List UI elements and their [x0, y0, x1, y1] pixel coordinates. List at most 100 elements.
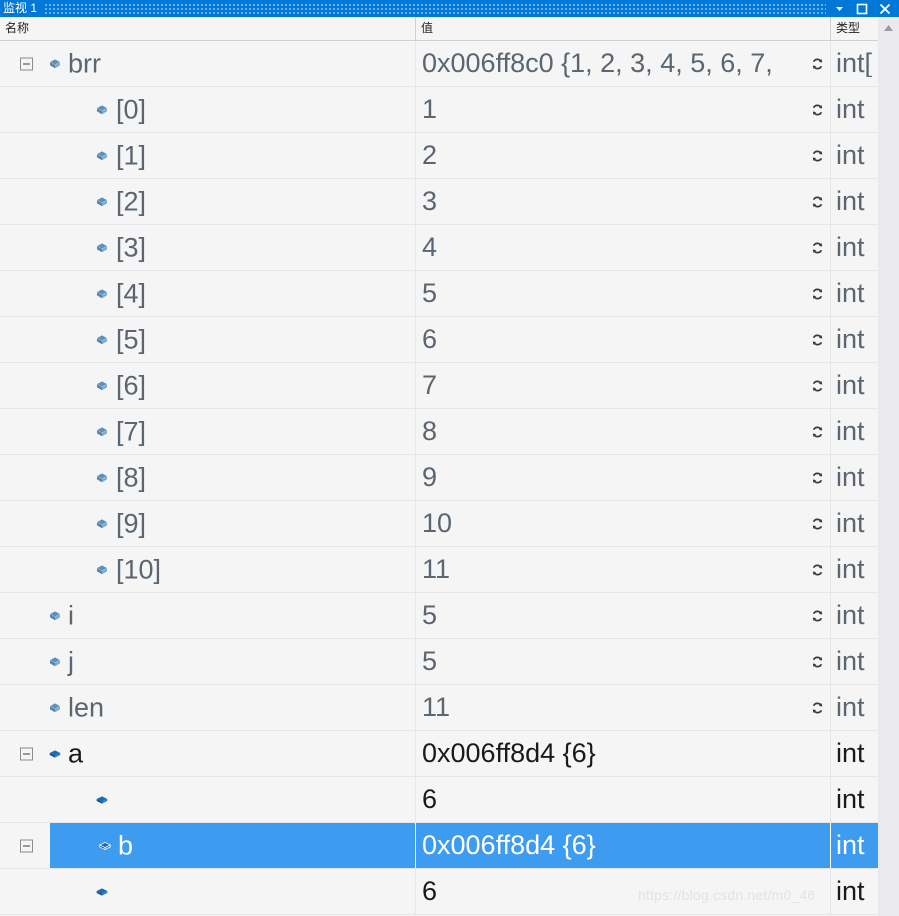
watch-row[interactable]: [5] 6 int [0, 317, 899, 363]
watch-row[interactable]: [8] 9 int [0, 455, 899, 501]
watch-row-value-cell[interactable]: 0x006ff8d4 {6} [415, 731, 830, 776]
watch-row[interactable]: 6 int [0, 869, 899, 915]
watch-row-name-cell[interactable]: [10] [0, 547, 415, 592]
watch-row-value-cell[interactable]: 5 [415, 271, 830, 316]
watch-row-type: int [836, 602, 865, 629]
watch-row-type: int [836, 648, 865, 675]
watch-row[interactable]: 6 int [0, 777, 899, 823]
watch-row-name: b [118, 830, 134, 860]
watch-row-value-cell[interactable]: 5 [415, 593, 830, 638]
watch-row[interactable]: [3] 4 int [0, 225, 899, 271]
watch-row-value-cell[interactable]: 0x006ff8d4 {6} [415, 823, 830, 868]
variable-cube-icon [95, 517, 109, 531]
watch-row-type: int [836, 280, 865, 307]
refresh-value-icon[interactable] [810, 240, 825, 255]
watch-row[interactable]: b 0x006ff8d4 {6} int [0, 823, 899, 869]
refresh-value-icon[interactable] [810, 424, 825, 439]
watch-row-value: 9 [422, 462, 438, 492]
refresh-value-icon[interactable] [810, 194, 825, 209]
watch-row-value-cell[interactable]: 10 [415, 501, 830, 546]
watch-row-name-cell[interactable]: [9] [0, 501, 415, 546]
watch-row[interactable]: i 5 int [0, 593, 899, 639]
scroll-up-arrow-icon[interactable] [878, 17, 899, 38]
watch-row[interactable]: [2] 3 int [0, 179, 899, 225]
watch-row-value-cell[interactable]: 0x006ff8c0 {1, 2, 3, 4, 5, 6, 7, [415, 41, 830, 86]
watch-row-name-cell[interactable]: [7] [0, 409, 415, 454]
watch-row[interactable]: [6] 7 int [0, 363, 899, 409]
refresh-value-icon[interactable] [810, 332, 825, 347]
refresh-value-icon[interactable] [810, 470, 825, 485]
column-header-value[interactable]: 值 [415, 17, 830, 40]
watch-row-name: j [68, 646, 74, 676]
watch-row-name-cell[interactable]: i [0, 593, 415, 638]
chevron-down-icon[interactable] [832, 2, 846, 16]
refresh-value-icon[interactable] [810, 148, 825, 163]
variable-cube-icon [98, 839, 112, 853]
watch-row[interactable]: [4] 5 int [0, 271, 899, 317]
watch-row-name-cell[interactable]: a [0, 731, 415, 776]
watch-row[interactable]: [1] 2 int [0, 133, 899, 179]
watch-row-name-cell[interactable]: b [50, 823, 415, 868]
watch-row-value-cell[interactable]: 11 [415, 547, 830, 592]
watch-row-value-cell[interactable]: 1 [415, 87, 830, 132]
refresh-value-icon[interactable] [810, 56, 825, 71]
watch-row[interactable]: [7] 8 int [0, 409, 899, 455]
watch-row-name-cell[interactable] [0, 777, 415, 822]
vertical-scrollbar[interactable] [878, 17, 899, 916]
variable-cube-icon [95, 379, 109, 393]
refresh-value-icon[interactable] [810, 102, 825, 117]
variable-cube-icon [48, 747, 62, 761]
watch-row-name-cell[interactable]: [5] [0, 317, 415, 362]
watch-row-type: int [836, 188, 865, 215]
refresh-value-icon[interactable] [810, 654, 825, 669]
watch-row-name-cell[interactable]: [8] [0, 455, 415, 500]
watch-row-name-cell[interactable]: [2] [0, 179, 415, 224]
watch-row-name-cell[interactable]: len [0, 685, 415, 730]
refresh-value-icon[interactable] [810, 608, 825, 623]
refresh-value-icon[interactable] [810, 378, 825, 393]
watch-row[interactable]: len 11 int [0, 685, 899, 731]
watch-row-value-cell[interactable]: 8 [415, 409, 830, 454]
watch-row[interactable]: brr 0x006ff8c0 {1, 2, 3, 4, 5, 6, 7, int[ [0, 41, 899, 87]
watch-row-name-cell[interactable] [0, 869, 415, 914]
watch-row-value-cell[interactable]: 4 [415, 225, 830, 270]
watch-row[interactable]: [10] 11 int [0, 547, 899, 593]
refresh-value-icon[interactable] [810, 700, 825, 715]
expander-toggle-icon[interactable] [20, 839, 33, 852]
watch-row-value-cell[interactable]: 2 [415, 133, 830, 178]
watch-row-name: [9] [116, 508, 147, 538]
watch-row-value-cell[interactable]: 11 [415, 685, 830, 730]
watch-row-value-cell[interactable]: 9 [415, 455, 830, 500]
watch-row-value-cell[interactable]: 5 [415, 639, 830, 684]
variable-cube-icon [95, 425, 109, 439]
watch-row-name-cell[interactable]: j [0, 639, 415, 684]
watch-row[interactable]: j 5 int [0, 639, 899, 685]
watch-row-type: int[ [836, 50, 873, 77]
watch-row-name-cell[interactable]: [6] [0, 363, 415, 408]
restore-window-icon[interactable] [855, 2, 869, 16]
watch-row-value-cell[interactable]: 6 [415, 869, 830, 914]
watch-row[interactable]: [0] 1 int [0, 87, 899, 133]
variable-cube-icon [48, 655, 62, 669]
close-icon[interactable] [878, 2, 892, 16]
watch-row-value-cell[interactable]: 7 [415, 363, 830, 408]
refresh-value-icon[interactable] [810, 286, 825, 301]
watch-row[interactable]: a 0x006ff8d4 {6} int [0, 731, 899, 777]
watch-row[interactable]: [9] 10 int [0, 501, 899, 547]
watch-row-type: int [836, 786, 865, 813]
watch-row-value-cell[interactable]: 3 [415, 179, 830, 224]
watch-row-name-cell[interactable]: [1] [0, 133, 415, 178]
refresh-value-icon[interactable] [810, 562, 825, 577]
refresh-value-icon[interactable] [810, 516, 825, 531]
watch-row-value: 5 [422, 646, 438, 676]
watch-row-name-cell[interactable]: brr [0, 41, 415, 86]
watch-row-name-cell[interactable]: [3] [0, 225, 415, 270]
column-header-type[interactable]: 类型 [830, 17, 878, 40]
watch-row-value-cell[interactable]: 6 [415, 777, 830, 822]
watch-row-name-cell[interactable]: [0] [0, 87, 415, 132]
titlebar-drag-grip[interactable] [45, 3, 826, 14]
watch-row-name-cell[interactable]: [4] [0, 271, 415, 316]
column-header-name[interactable]: 名称 [0, 17, 415, 40]
watch-row-value-cell[interactable]: 6 [415, 317, 830, 362]
watch-row-value: 0x006ff8d4 {6} [422, 830, 596, 860]
